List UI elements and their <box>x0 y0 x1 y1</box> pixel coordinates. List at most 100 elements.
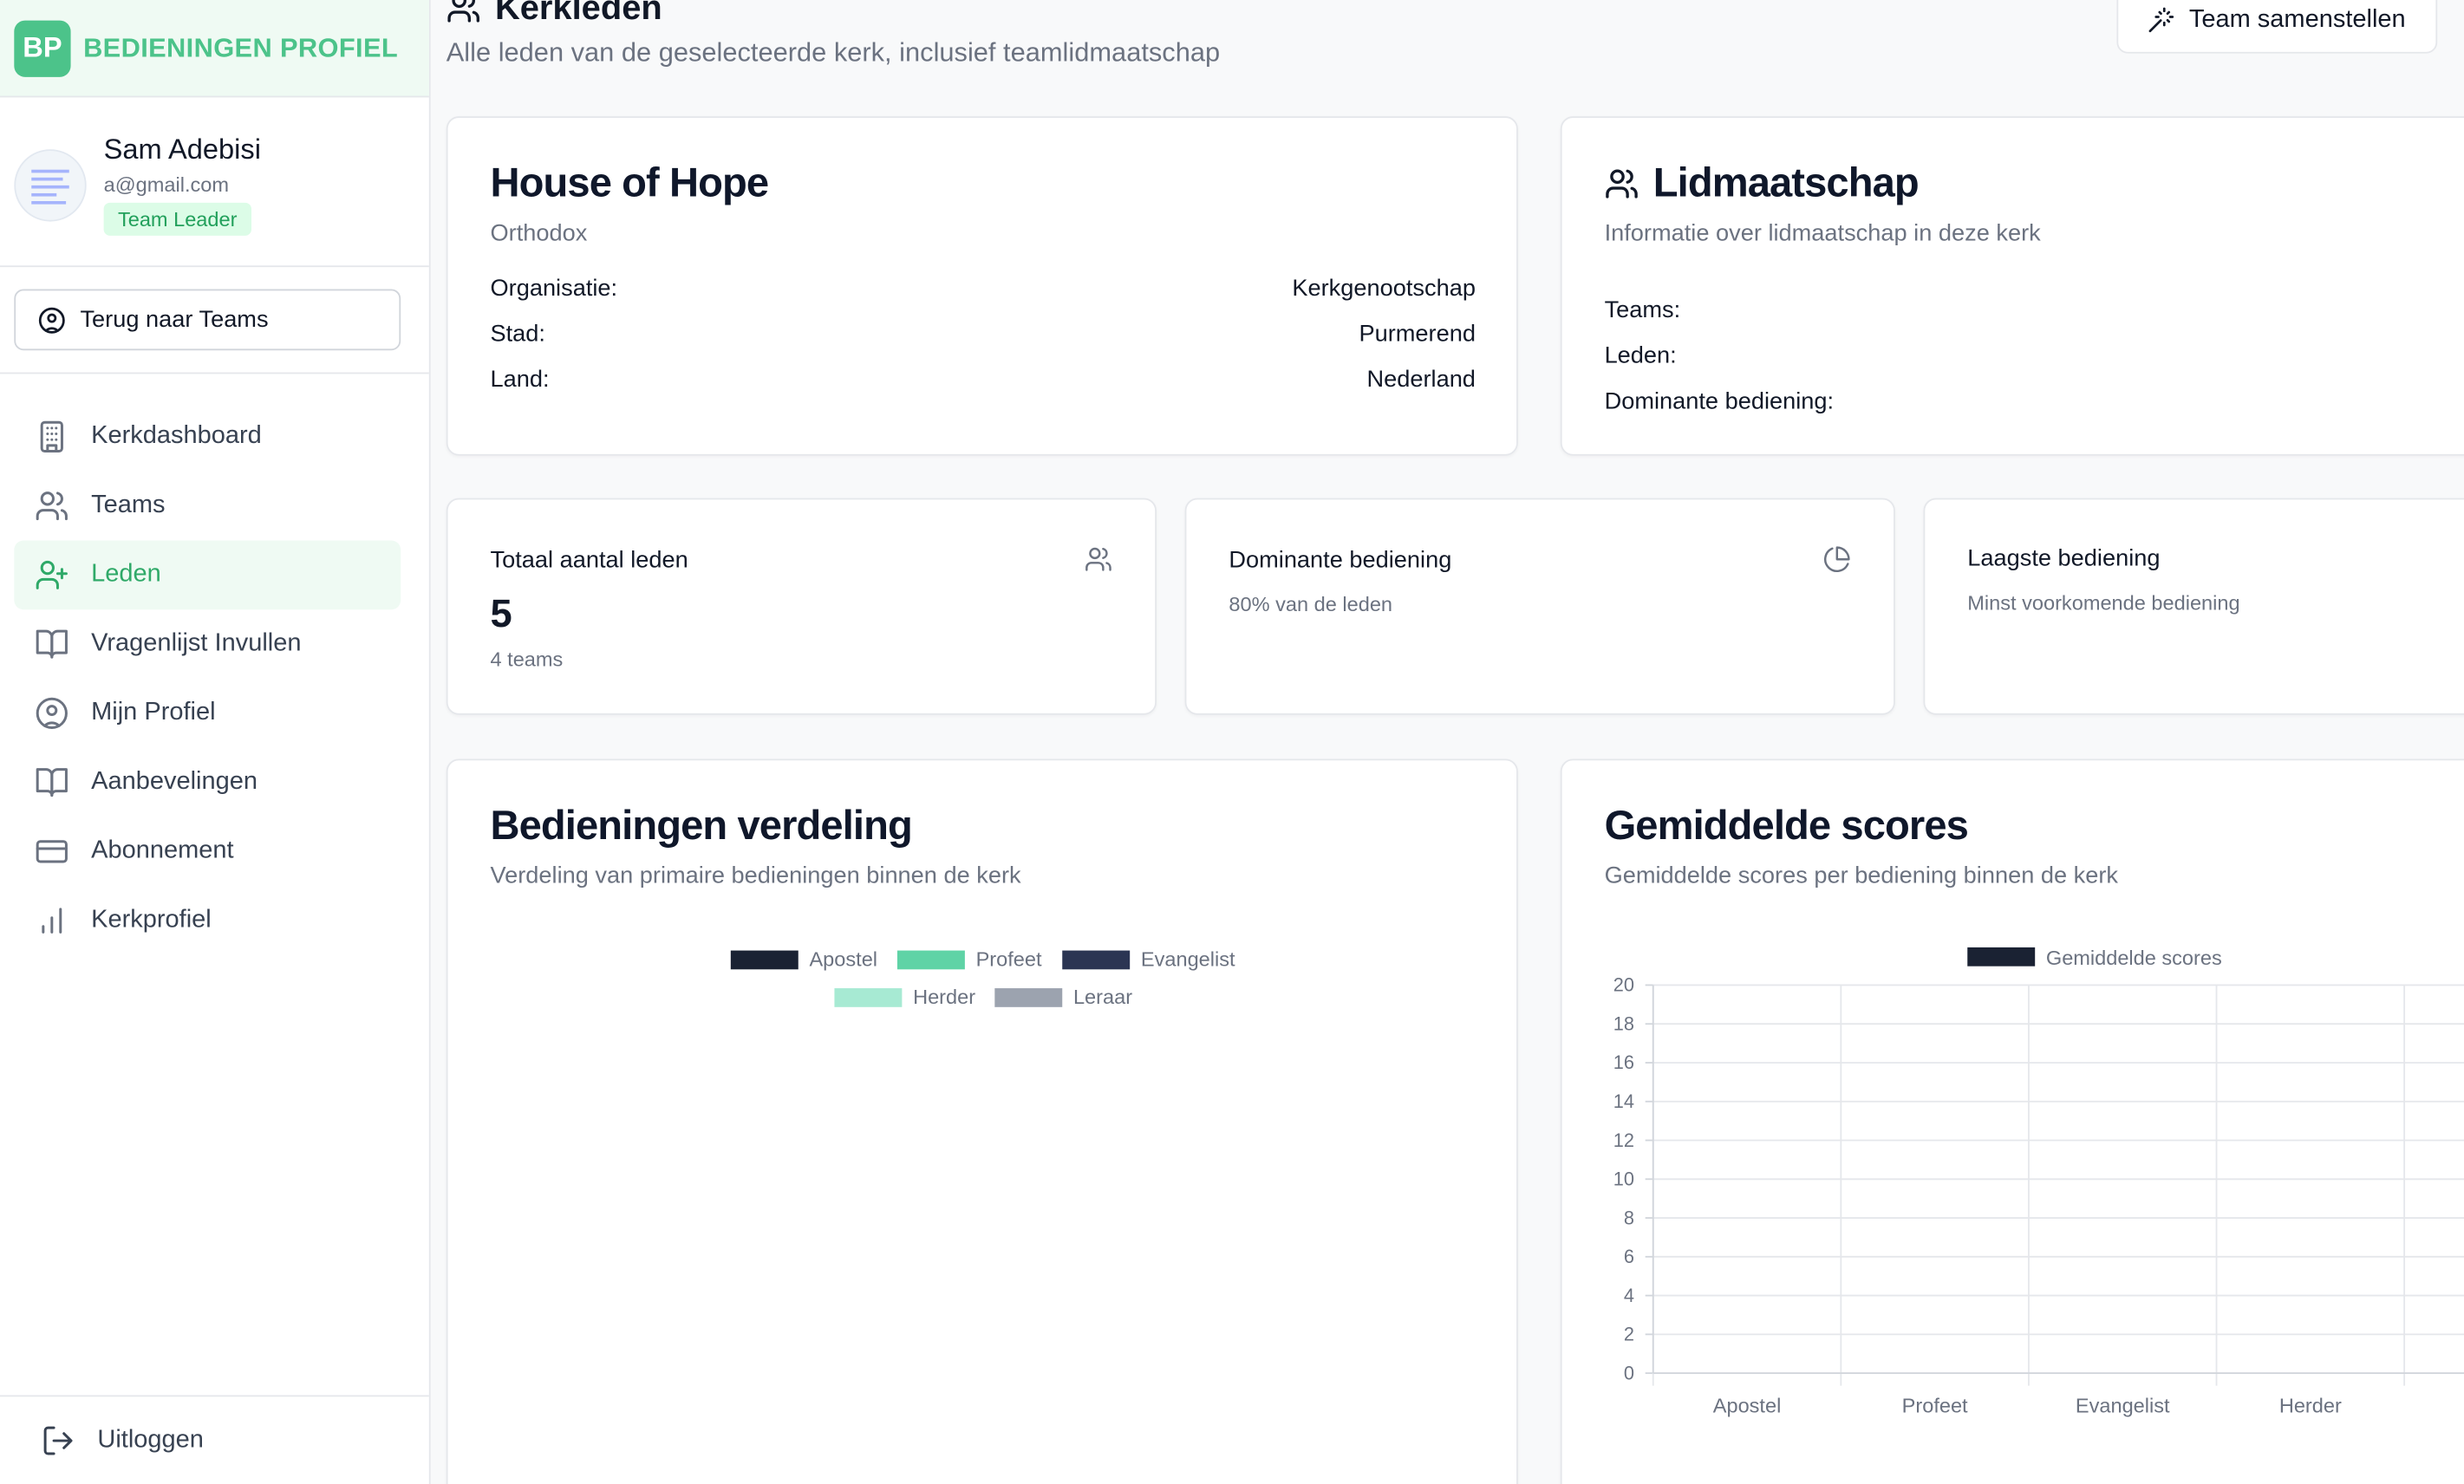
sidebar-item-mijn-profiel[interactable]: Mijn Profiel <box>14 679 401 748</box>
sidebar-item-kerkdashboard[interactable]: Kerkdashboard <box>14 402 401 472</box>
users-icon <box>1606 168 1638 198</box>
legend-label: Herder <box>913 985 976 1009</box>
legend-swatch <box>994 987 1063 1006</box>
legend-swatch <box>834 987 903 1006</box>
legend-swatch <box>1062 949 1131 969</box>
row-value: Nederland <box>1366 366 1476 394</box>
brand-header[interactable]: BP BEDIENINGEN PROFIEL <box>0 0 429 98</box>
users-icon <box>1085 547 1111 571</box>
y-tick-label: 0 <box>1624 1362 1634 1383</box>
sidebar-item-label: Mijn Profiel <box>91 699 216 726</box>
sidebar-item-teams[interactable]: Teams <box>14 472 401 541</box>
users-icon <box>36 491 68 521</box>
brand-logo: BP <box>14 19 71 76</box>
row-label: Stad: <box>490 320 545 348</box>
y-tick-label: 10 <box>1613 1168 1634 1190</box>
stat-title: Dominante bediening <box>1229 545 1452 573</box>
user-card: Sam Adebisi a@gmail.com Team Leader <box>0 97 429 268</box>
stat-lowest-card: Laagste bediening Minst voorkomende bedi… <box>1923 498 2464 715</box>
distribution-card: Bedieningen verdeling Verdeling van prim… <box>446 758 1518 1484</box>
sidebar: BP BEDIENINGEN PROFIEL Sam Adebisi a@gma… <box>0 0 431 1484</box>
page-title: Kerkleden <box>447 0 662 29</box>
row-label: Dominante bediening: <box>1604 387 1835 415</box>
sidebar-item-vragenlijst[interactable]: Vragenlijst Invullen <box>14 609 401 679</box>
back-to-teams-button[interactable]: Terug naar Teams <box>14 289 401 351</box>
sidebar-nav: Kerkdashboard Teams Leden Vragenlijst In… <box>0 374 429 955</box>
back-to-teams-label: Terug naar Teams <box>80 306 269 334</box>
team-samenstellen-button[interactable]: Team samenstellen <box>2116 0 2438 54</box>
membership-row: Dominante bediening: <box>1605 379 2461 425</box>
x-tick-label: Evangelist <box>2076 1394 2170 1416</box>
y-tick-label: 14 <box>1613 1090 1634 1112</box>
row-label: Land: <box>490 366 550 394</box>
stat-title: Laagste bediening <box>1967 544 2161 572</box>
legend-item[interactable]: Evangelist <box>1062 947 1235 971</box>
membership-row: Teams: <box>1605 288 2461 334</box>
stat-dominant-card: Dominante bediening 80% van de leden <box>1184 498 1895 715</box>
x-tick-label: Herder <box>2279 1394 2342 1416</box>
membership-title-text: Lidmaatschap <box>1652 159 1920 206</box>
distribution-subtitle: Verdeling van primaire bedieningen binne… <box>490 862 1021 889</box>
sidebar-item-label: Kerkprofiel <box>91 906 212 934</box>
logout-label: Uitloggen <box>97 1426 204 1454</box>
x-tick-label: Profeet <box>1902 1394 1968 1416</box>
page-title-text: Kerkleden <box>494 0 662 27</box>
legend-swatch <box>1967 947 2036 967</box>
y-tick-label: 16 <box>1613 1051 1634 1073</box>
main-content: Kerkleden Alle leden van de geselecteerd… <box>431 0 2464 1484</box>
log-out-icon <box>43 1426 73 1455</box>
row-value: Kerkgenootschap <box>1292 275 1476 302</box>
church-row: Stad: Purmerend <box>491 311 1476 357</box>
y-tick-label: 20 <box>1613 974 1634 996</box>
row-label: Leden: <box>1604 342 1677 369</box>
scores-card: Gemiddelde scores Gemiddelde scores per … <box>1560 758 2464 1484</box>
scores-chart: Gemiddelde scores 0 2 4 6 8 10 12 14 16 18 20 Aposte… <box>1613 947 2464 1416</box>
role-badge: Team Leader <box>103 202 251 236</box>
stat-total-card: Totaal aantal leden 5 4 teams <box>446 498 1157 715</box>
bar-chart-icon <box>42 908 62 934</box>
y-tick-label: 2 <box>1624 1324 1634 1345</box>
sidebar-item-leden[interactable]: Leden <box>14 540 401 610</box>
church-name: House of Hope <box>490 159 770 206</box>
y-tick-label: 6 <box>1624 1246 1634 1267</box>
book-open-icon <box>36 768 68 797</box>
row-label: Organisatie: <box>490 275 618 302</box>
legend-label: Apostel <box>809 947 878 972</box>
y-tick-label: 18 <box>1613 1012 1634 1034</box>
users-icon <box>447 0 479 23</box>
sidebar-item-label: Aanbevelingen <box>91 768 258 796</box>
logout-button[interactable]: Uitloggen <box>0 1395 429 1484</box>
legend-label: Leraar <box>1072 985 1133 1009</box>
row-label: Teams: <box>1604 296 1681 324</box>
sidebar-item-aanbevelingen[interactable]: Aanbevelingen <box>14 748 401 817</box>
page-subtitle: Alle leden van de geselecteerde kerk, in… <box>446 37 1221 68</box>
book-open-icon <box>36 629 68 659</box>
stat-sub: 4 teams <box>490 647 564 671</box>
legend-item[interactable]: Herder <box>834 985 976 1009</box>
membership-card: Lidmaatschap Informatie over lidmaatscha… <box>1560 116 2464 456</box>
legend-swatch <box>896 949 965 969</box>
magic-wand-icon <box>2148 7 2174 33</box>
membership-subtitle: Informatie over lidmaatschap in deze ker… <box>1604 219 2041 247</box>
stat-value: 5 <box>490 592 512 637</box>
legend-item[interactable]: Leraar <box>994 985 1133 1009</box>
y-tick-label: 4 <box>1624 1285 1634 1306</box>
membership-row: Leden: <box>1605 333 2461 379</box>
user-circle-icon <box>38 306 65 333</box>
avatar[interactable] <box>14 149 87 222</box>
church-row: Organisatie: Kerkgenootschap <box>491 265 1476 311</box>
user-email: a@gmail.com <box>103 172 230 197</box>
sidebar-item-label: Abonnement <box>91 837 234 864</box>
y-tick-label: 8 <box>1624 1207 1634 1228</box>
sidebar-item-abonnement[interactable]: Abonnement <box>14 817 401 887</box>
brand-name: BEDIENINGEN PROFIEL <box>83 32 399 62</box>
legend-item[interactable]: Profeet <box>896 947 1042 971</box>
sidebar-item-label: Leden <box>91 561 161 588</box>
sidebar-item-label: Teams <box>91 491 166 519</box>
stat-sub: Minst voorkomende bediening <box>1967 590 2240 615</box>
sidebar-item-kerkprofiel[interactable]: Kerkprofiel <box>14 886 401 955</box>
team-samenstellen-label: Team samenstellen <box>2188 6 2406 34</box>
row-value: Purmerend <box>1359 320 1476 348</box>
building-icon <box>40 420 63 452</box>
legend-item[interactable]: Apostel <box>730 947 878 972</box>
